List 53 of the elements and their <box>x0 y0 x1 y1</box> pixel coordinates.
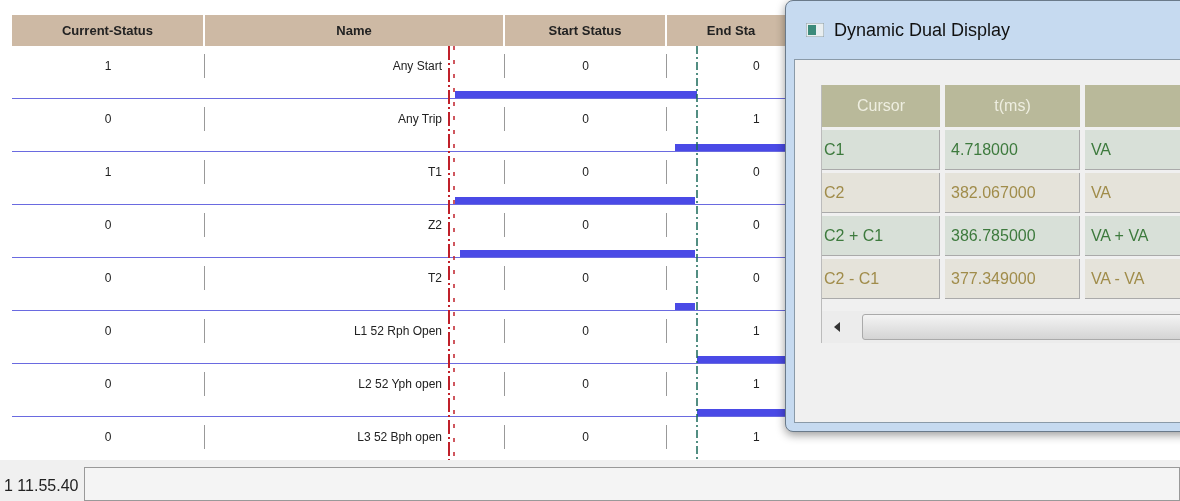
table-cell: 0 <box>505 372 667 396</box>
table-cell: 4.718000 <box>945 130 1080 170</box>
window-title: Dynamic Dual Display <box>834 19 1011 41</box>
table-cell: 377.349000 <box>945 259 1080 299</box>
table-cell: Any Trip <box>205 107 505 131</box>
table-cell: C2 <box>822 173 941 213</box>
table-cell: 1 <box>12 160 205 184</box>
table-cell: 386.785000 <box>945 216 1080 256</box>
table-cell: L3 52 Bph open <box>205 425 505 449</box>
table-cell: 0 <box>505 160 667 184</box>
table-cell: 1 <box>12 54 205 78</box>
table-cell-text: 1 <box>752 376 761 393</box>
table-cell: VA + VA <box>1084 216 1180 256</box>
table-cell: 0 <box>12 107 205 131</box>
table-cell-text: 0 <box>752 58 761 75</box>
table-cell: 0 <box>505 54 667 78</box>
table-cell: 0 <box>505 107 667 131</box>
column-header[interactable]: Name <box>205 15 505 46</box>
status-text: 1 11.55.40 <box>3 477 80 496</box>
table-cell: C2 + C1 <box>822 216 941 256</box>
table-cell: Z2 <box>205 213 505 237</box>
table-cell: 0 <box>505 425 667 449</box>
column-header[interactable]: Current-Status <box>12 15 205 46</box>
table-cell: 0 <box>505 319 667 343</box>
table-cell-text: 1 <box>752 111 761 128</box>
table-cell: 0 <box>12 319 205 343</box>
scrollbar-thumb[interactable] <box>862 314 1180 340</box>
table-cell: T1 <box>205 160 505 184</box>
table-cell: T2 <box>205 266 505 290</box>
table-cell-text: 0 <box>752 217 761 234</box>
table-cell-text: 0 <box>752 164 761 181</box>
table-cell: L1 52 Rph Open <box>205 319 505 343</box>
table-cell: 0 <box>505 213 667 237</box>
signal-trace <box>675 303 695 310</box>
table-cell: 0 <box>12 266 205 290</box>
table-cell: VA - VA <box>1084 259 1180 299</box>
table-cell: Any Start <box>205 54 505 78</box>
table-cell: C1 <box>822 130 941 170</box>
window-icon <box>806 23 824 37</box>
scroll-left-icon[interactable] <box>834 322 842 332</box>
table-cell: C2 - C1 <box>822 259 941 299</box>
table-cell-text: 1 <box>752 323 761 340</box>
column-header[interactable]: Start Status <box>505 15 667 46</box>
table-cell: 382.067000 <box>945 173 1080 213</box>
table-cell: L2 52 Yph open <box>205 372 505 396</box>
table-cell: 0 <box>12 213 205 237</box>
table-cell: VA <box>1084 130 1180 170</box>
table-cell: 0 <box>12 372 205 396</box>
table-cell-text: 0 <box>752 270 761 287</box>
table-cell: 0 <box>505 266 667 290</box>
table-cell: VA <box>1084 173 1180 213</box>
table-cell: 0 <box>12 425 205 449</box>
table-cell-text: 1 <box>752 429 761 446</box>
